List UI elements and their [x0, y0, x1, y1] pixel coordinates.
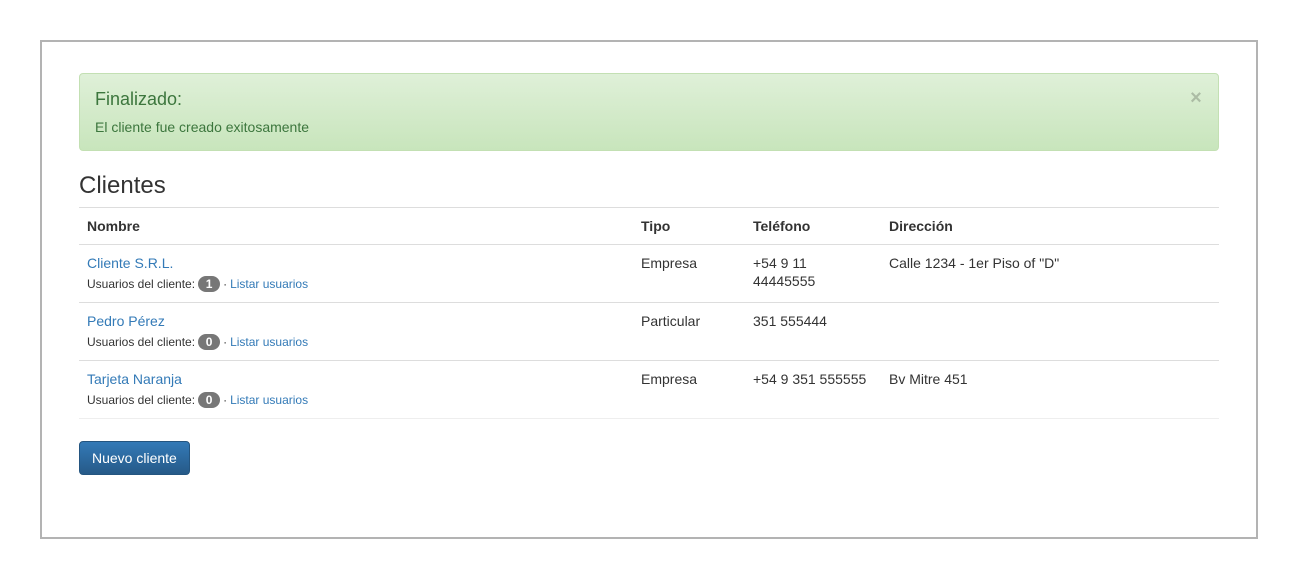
users-count-badge: 0 — [198, 334, 221, 350]
client-name-link[interactable]: Tarjeta Naranja — [87, 371, 182, 387]
cell-tipo: Empresa — [633, 360, 745, 419]
table-row: Pedro Pérez Usuarios del cliente: 0 · Li… — [79, 302, 1219, 361]
page-frame: Finalizado: El cliente fue creado exitos… — [40, 40, 1258, 539]
table-row: Cliente S.R.L. Usuarios del cliente: 1 ·… — [79, 244, 1219, 303]
separator: · — [223, 335, 228, 349]
header-tipo: Tipo — [633, 207, 745, 245]
list-users-link[interactable]: Listar usuarios — [230, 334, 308, 350]
table-row: Tarjeta Naranja Usuarios del cliente: 0 … — [79, 360, 1219, 419]
separator: · — [223, 277, 228, 291]
cell-tipo: Particular — [633, 302, 745, 361]
cell-telefono: 351 555444 — [745, 302, 881, 361]
alert-title: Finalizado: — [95, 89, 183, 109]
client-users-info: Usuarios del cliente: 1 · Listar usuario… — [87, 276, 625, 292]
users-label: Usuarios del cliente: — [87, 335, 196, 349]
client-users-info: Usuarios del cliente: 0 · Listar usuario… — [87, 334, 625, 350]
header-direccion: Dirección — [881, 207, 1219, 245]
cell-nombre: Tarjeta Naranja Usuarios del cliente: 0 … — [79, 360, 633, 419]
close-icon[interactable]: × — [1188, 88, 1204, 108]
cell-nombre: Pedro Pérez Usuarios del cliente: 0 · Li… — [79, 302, 633, 361]
cell-direccion: Calle 1234 - 1er Piso of "D" — [881, 244, 1219, 303]
cell-tipo: Empresa — [633, 244, 745, 303]
users-count-badge: 1 — [198, 276, 221, 292]
cell-direccion: Bv Mitre 451 — [881, 360, 1219, 419]
separator: · — [223, 393, 228, 407]
header-telefono: Teléfono — [745, 207, 881, 245]
client-name-link[interactable]: Cliente S.R.L. — [87, 255, 173, 271]
new-client-button[interactable]: Nuevo cliente — [79, 441, 190, 475]
main-content: Finalizado: El cliente fue creado exitos… — [79, 73, 1219, 475]
cell-telefono: +54 9 11 44445555 — [745, 244, 881, 303]
cell-direccion — [881, 302, 1219, 361]
header-nombre: Nombre — [79, 207, 633, 245]
table-header-row: Nombre Tipo Teléfono Dirección — [79, 207, 1219, 245]
cell-nombre: Cliente S.R.L. Usuarios del cliente: 1 ·… — [79, 244, 633, 303]
page-title: Clientes — [79, 172, 166, 199]
list-users-link[interactable]: Listar usuarios — [230, 276, 308, 292]
cell-telefono: +54 9 351 555555 — [745, 360, 881, 419]
client-name-link[interactable]: Pedro Pérez — [87, 313, 165, 329]
alert-message: El cliente fue creado exitosamente — [95, 119, 310, 135]
clients-table: Nombre Tipo Teléfono Dirección Cliente S… — [79, 207, 1219, 419]
users-label: Usuarios del cliente: — [87, 393, 196, 407]
list-users-link[interactable]: Listar usuarios — [230, 392, 308, 408]
success-alert: Finalizado: El cliente fue creado exitos… — [79, 73, 1219, 151]
users-count-badge: 0 — [198, 392, 221, 408]
users-label: Usuarios del cliente: — [87, 277, 196, 291]
client-users-info: Usuarios del cliente: 0 · Listar usuario… — [87, 392, 625, 408]
